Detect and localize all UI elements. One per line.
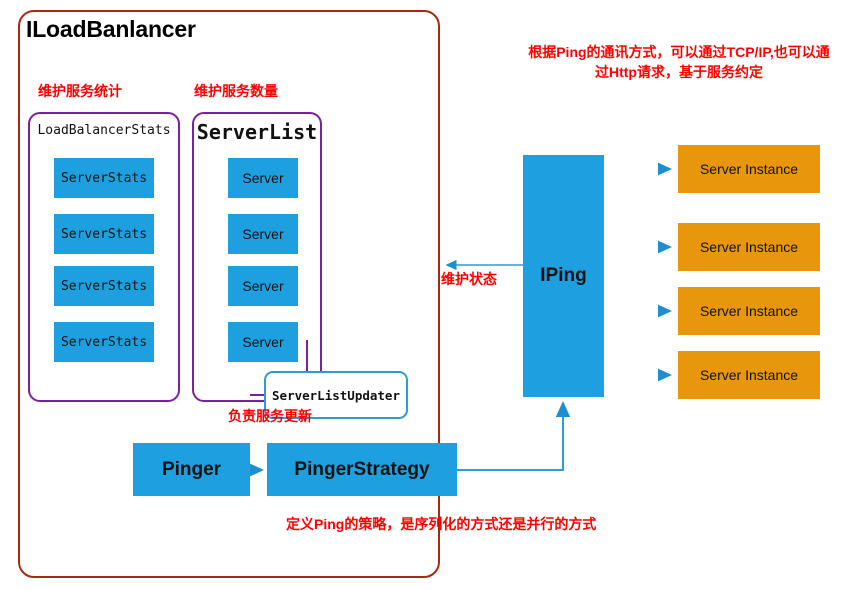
node-serverstats[interactable]: ServerStats xyxy=(54,322,154,362)
annotation-list-label: 维护服务数量 xyxy=(194,83,278,99)
annotation-ping-note: 根据Ping的通讯方式，可以通过TCP/IP,也可以通过Http请求，基于服务约… xyxy=(528,44,830,81)
node-server-instance[interactable]: Server Instance xyxy=(678,145,820,193)
node-server[interactable]: Server xyxy=(228,214,298,254)
annotation-strategy-note: 定义Ping的策略，是序列化的方式还是并行的方式 xyxy=(286,516,597,532)
node-iping[interactable]: IPing xyxy=(523,155,604,397)
node-serverstats[interactable]: ServerStats xyxy=(54,158,154,198)
node-serverstats[interactable]: ServerStats xyxy=(54,266,154,306)
node-serverstats[interactable]: ServerStats xyxy=(54,214,154,254)
page-title: ILoadBanlancer xyxy=(26,16,196,42)
node-server-instance[interactable]: Server Instance xyxy=(678,287,820,335)
node-server[interactable]: Server xyxy=(228,266,298,306)
annotation-updater-label: 负责服务更新 xyxy=(228,408,312,424)
node-server-instance[interactable]: Server Instance xyxy=(678,351,820,399)
node-server[interactable]: Server xyxy=(228,322,298,362)
node-server[interactable]: Server xyxy=(228,158,298,198)
annotation-stats-label: 维护服务统计 xyxy=(38,83,122,99)
node-server-instance[interactable]: Server Instance xyxy=(678,223,820,271)
diagram-canvas: ILoadBanlancer 维护服务统计 维护服务数量 LoadBalance… xyxy=(0,0,852,590)
node-pinger[interactable]: Pinger xyxy=(133,443,250,496)
node-pingerstrategy[interactable]: PingerStrategy xyxy=(267,443,457,496)
annotation-state-label: 维护状态 xyxy=(441,271,497,287)
group-title-loadbalancerstats: LoadBalancerStats xyxy=(37,123,171,138)
group-title-serverlist: ServerList xyxy=(196,120,318,144)
